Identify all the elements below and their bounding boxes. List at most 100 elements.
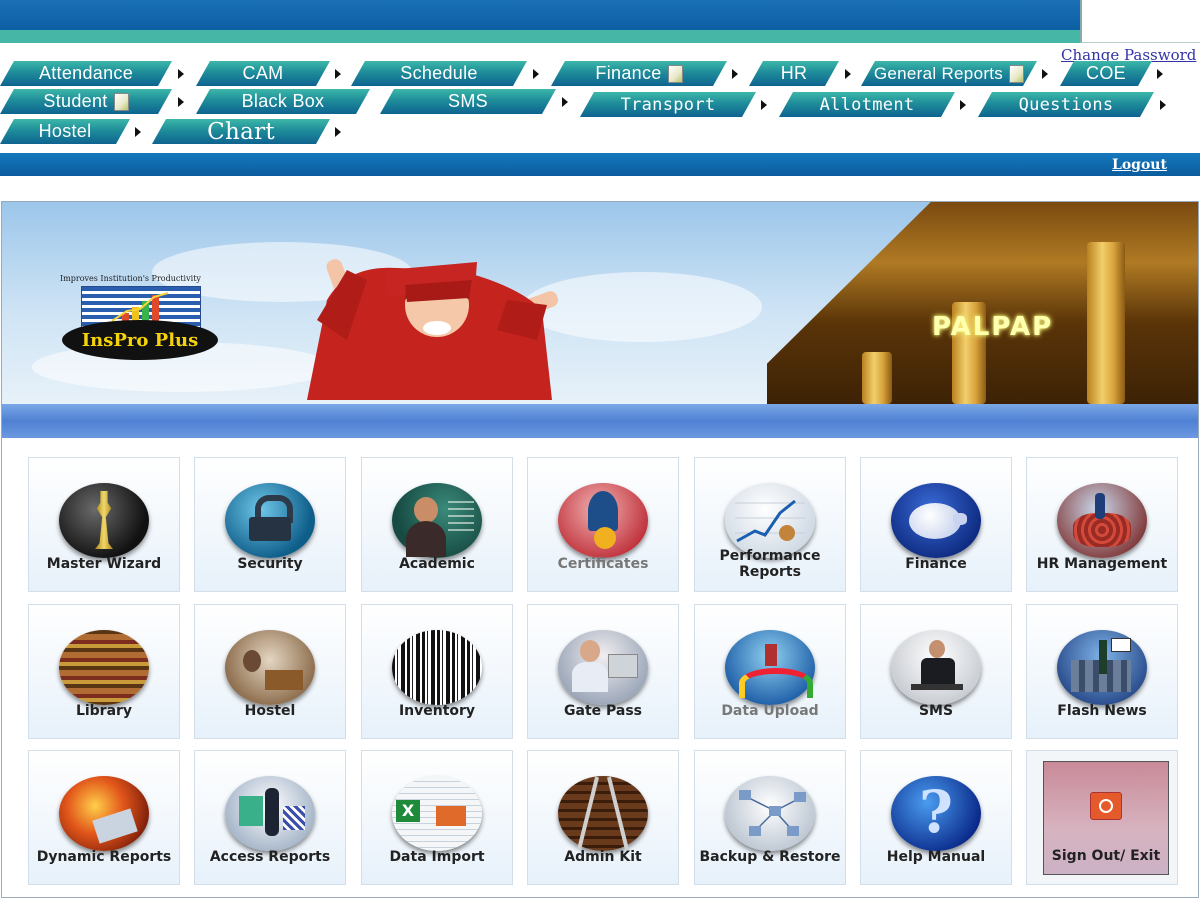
- module-admin-kit[interactable]: Admin Kit: [527, 750, 679, 885]
- tab-finance[interactable]: Finance: [551, 61, 727, 86]
- sign-out-button[interactable]: Sign Out/ Exit: [1043, 761, 1169, 875]
- module-finance[interactable]: Finance: [860, 457, 1012, 592]
- module-label: Performance Reports: [719, 548, 821, 580]
- rail-track-icon: [558, 776, 648, 851]
- tab-label: Allotment: [819, 94, 915, 115]
- tab-coe-arrow-icon[interactable]: [1157, 69, 1163, 79]
- module-library[interactable]: Library: [28, 604, 180, 739]
- tab-hr[interactable]: HR: [749, 61, 839, 86]
- tab-sms[interactable]: SMS: [380, 89, 556, 114]
- module-hostel[interactable]: Hostel: [194, 604, 346, 739]
- tab-hostel-arrow-icon[interactable]: [135, 127, 141, 137]
- module-help-manual[interactable]: ? Help Manual: [860, 750, 1012, 885]
- module-academic[interactable]: Academic: [361, 457, 513, 592]
- module-backup-restore[interactable]: Backup & Restore: [694, 750, 846, 885]
- tab-allotment[interactable]: Allotment: [779, 92, 955, 117]
- tab-label: Finance: [595, 63, 662, 83]
- sign-out-label: Sign Out/ Exit: [1051, 848, 1161, 864]
- network-icon: [725, 776, 815, 851]
- tab-finance-arrow-icon[interactable]: [732, 69, 738, 79]
- module-label: Gate Pass: [564, 703, 642, 719]
- tab-label: General Reports: [873, 63, 1004, 83]
- module-hr-management[interactable]: HR Management: [1026, 457, 1178, 592]
- tab-label: HR: [780, 63, 808, 83]
- document-icon: [1009, 65, 1024, 83]
- tab-label: Attendance: [38, 63, 134, 83]
- tab-label: Black Box: [241, 91, 325, 111]
- module-master-wizard[interactable]: Master Wizard: [28, 457, 180, 592]
- tab-questions-arrow-icon[interactable]: [1160, 100, 1166, 110]
- phone-user-icon: [891, 630, 981, 705]
- bookshelf-icon: [59, 630, 149, 705]
- tab-label: Chart: [207, 118, 275, 145]
- upload-icon: [725, 630, 815, 705]
- module-access-reports[interactable]: Access Reports: [194, 750, 346, 885]
- tab-questions[interactable]: Questions: [978, 92, 1154, 117]
- module-inventory[interactable]: Inventory: [361, 604, 513, 739]
- tab-student[interactable]: Student: [0, 89, 172, 114]
- module-security[interactable]: Security: [194, 457, 346, 592]
- tab-label: SMS: [448, 91, 488, 111]
- tab-general-reports-arrow-icon[interactable]: [1042, 69, 1048, 79]
- tab-allotment-arrow-icon[interactable]: [960, 100, 966, 110]
- tab-black-box[interactable]: Black Box: [196, 89, 370, 114]
- logo-tagline: Improves Institution's Productivity: [60, 274, 201, 283]
- tab-sms-arrow-icon[interactable]: [562, 97, 568, 107]
- tab-transport[interactable]: Transport: [580, 92, 756, 117]
- performance-chart-icon: [725, 483, 815, 558]
- module-data-upload[interactable]: Data Upload: [694, 604, 846, 739]
- module-label: Certificates: [557, 556, 649, 572]
- tab-general-reports[interactable]: General Reports: [861, 61, 1037, 86]
- tab-schedule-arrow-icon[interactable]: [533, 69, 539, 79]
- tab-label: Transport: [620, 94, 716, 115]
- tab-hostel[interactable]: Hostel: [0, 119, 130, 144]
- module-label: Master Wizard: [46, 556, 162, 572]
- module-performance-reports[interactable]: Performance Reports: [694, 457, 846, 592]
- question-mark-icon: ?: [891, 776, 981, 851]
- document-icon: [668, 65, 683, 83]
- power-icon: [1090, 792, 1122, 820]
- graduate-child-image: [287, 210, 577, 404]
- tab-coe[interactable]: COE: [1060, 61, 1152, 86]
- module-dynamic-reports[interactable]: Dynamic Reports: [28, 750, 180, 885]
- module-label: Help Manual: [886, 849, 986, 865]
- tab-label: Student: [43, 91, 108, 111]
- banner-divider-bar: [2, 404, 1198, 438]
- tab-cam-arrow-icon[interactable]: [335, 69, 341, 79]
- top-header-bar: [0, 0, 1080, 30]
- module-label: Library: [75, 703, 133, 719]
- module-label: Access Reports: [209, 849, 331, 865]
- logo-pill: InsPro Plus: [62, 320, 218, 360]
- module-flash-news[interactable]: Flash News: [1026, 604, 1178, 739]
- tab-chart-arrow-icon[interactable]: [335, 127, 341, 137]
- module-label: Security: [237, 556, 303, 572]
- access-report-icon: [225, 776, 315, 851]
- temple-column: [1087, 242, 1125, 404]
- spreadsheet-icon: X: [392, 776, 482, 851]
- module-gate-pass[interactable]: Gate Pass: [527, 604, 679, 739]
- module-sms[interactable]: SMS: [860, 604, 1012, 739]
- module-certificates[interactable]: Certificates: [527, 457, 679, 592]
- tab-schedule[interactable]: Schedule: [351, 61, 527, 86]
- temple-column: [862, 352, 892, 404]
- news-icon: [1057, 630, 1147, 705]
- module-label: Dynamic Reports: [36, 849, 172, 865]
- module-label: Data Import: [389, 849, 485, 865]
- tab-attendance[interactable]: Attendance: [0, 61, 172, 86]
- tab-cam[interactable]: CAM: [196, 61, 330, 86]
- module-sign-out[interactable]: Sign Out/ Exit: [1026, 750, 1178, 885]
- tab-chart[interactable]: Chart: [152, 119, 330, 144]
- tab-transport-arrow-icon[interactable]: [761, 100, 767, 110]
- module-label: HR Management: [1036, 556, 1168, 572]
- tab-label: Hostel: [38, 121, 92, 141]
- module-data-import[interactable]: X Data Import: [361, 750, 513, 885]
- teacher-icon: [392, 483, 482, 558]
- module-label: SMS: [918, 703, 954, 719]
- certificate-icon: [558, 483, 648, 558]
- tab-attendance-arrow-icon[interactable]: [178, 69, 184, 79]
- tab-student-arrow-icon[interactable]: [178, 97, 184, 107]
- tab-hr-arrow-icon[interactable]: [845, 69, 851, 79]
- module-label: Admin Kit: [564, 849, 642, 865]
- logout-link[interactable]: Logout: [1112, 157, 1167, 173]
- hostel-room-icon: [225, 630, 315, 705]
